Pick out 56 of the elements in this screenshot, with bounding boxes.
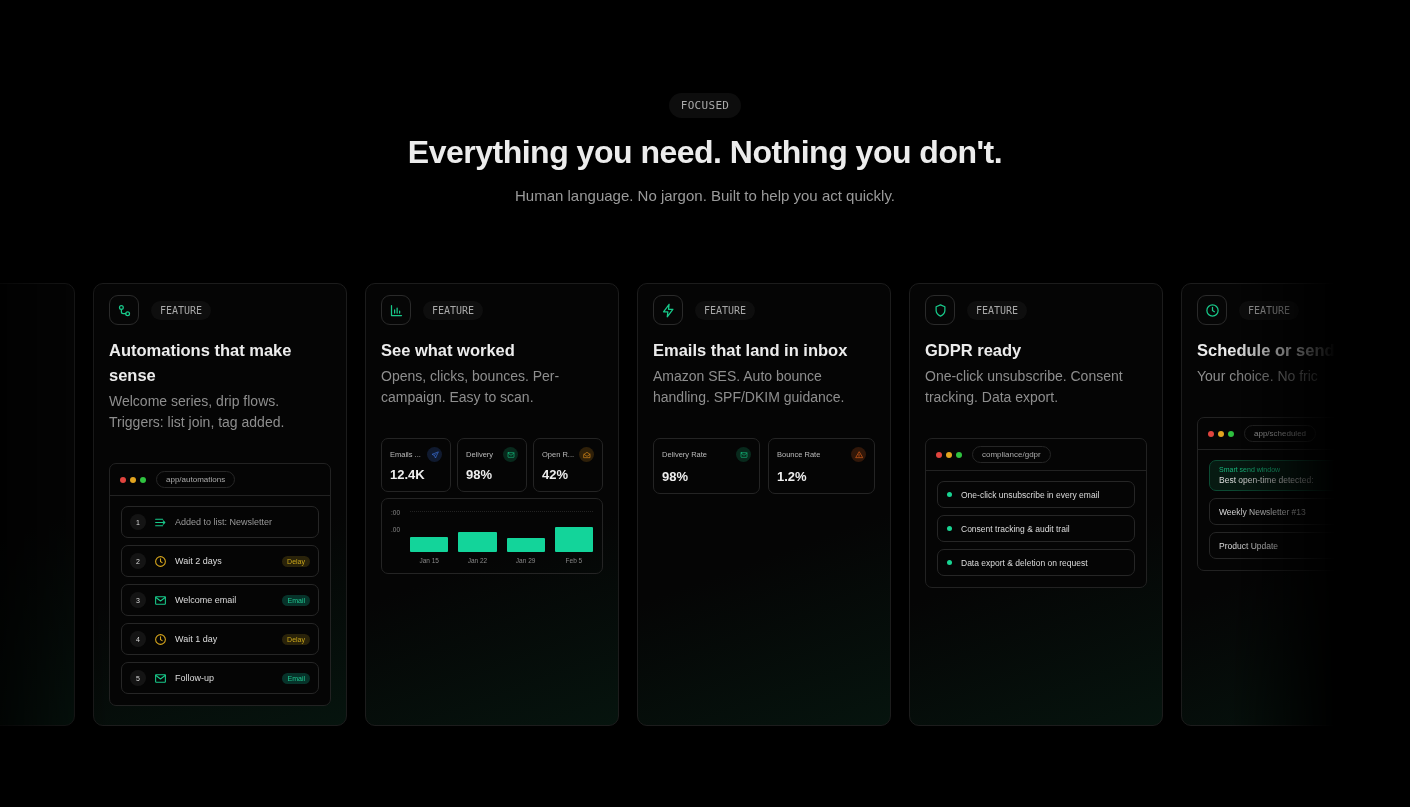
item-label: Consent tracking & audit trail [961,523,1070,534]
mail-icon [154,671,167,685]
card-title: GDPR ready [925,340,1023,361]
card-description: One-click unsubscribe. Consent tracking. Data export. [925,367,1124,407]
banner-text: Best open-time detected: [1219,475,1315,485]
campaign-name: Weekly Newsletter #13 [1219,506,1306,517]
section-title: Everything you need. Nothing you don't. [407,134,1003,171]
window-dot [1218,430,1224,437]
window-dot [956,451,962,458]
card-description: Welcome series, drip flows. Triggers: list join, tag added. [109,392,286,432]
step-label: Welcome email [175,595,238,605]
stat-value: 12.4K [390,467,426,482]
chart-bar [458,532,497,552]
stat-value: 98% [466,467,494,482]
bar-chart-icon [388,302,404,318]
section-eyebrow: FOCUSED [668,93,742,118]
window-dot [130,476,136,483]
bullet-dot [947,526,952,531]
stat-value: 98% [662,469,690,484]
stat-value: 1.2% [777,469,808,484]
card-title: Emails that land in inbox [653,340,849,361]
window-dot [140,476,146,483]
window-dot [120,476,126,483]
step-label: Added to list: Newsletter [175,517,274,527]
card-description: Opens, clicks, bounces. Per-campaign. Easy to scan. [381,367,561,407]
item-label: One-click unsubscribe in every email [961,489,1100,500]
feature-tag: FEATURE [695,300,756,320]
shield-icon [932,302,948,318]
card-title: See what worked [381,340,516,361]
window-dot [1228,430,1234,437]
chart-bar [410,537,449,552]
feature-tag: FEATURE [151,300,212,320]
clock-icon [1204,302,1220,318]
item-label: Data export & deletion on request [961,557,1088,568]
card-description: Amazon SES. Auto bounce handling. SPF/DKIM guidance. [653,367,846,407]
window-dot [936,451,942,458]
bullet-dot [947,560,952,565]
step-label: Wait 1 day [175,634,219,644]
mail-icon [154,593,167,607]
campaign-name: Product Update [1219,540,1279,551]
clock-icon [154,554,167,568]
lightning-icon [660,302,676,318]
bullet-dot [947,492,952,497]
stat-value: 42% [542,467,570,482]
chart-bar [506,538,545,552]
step-label: Wait 2 days [175,556,223,566]
step-label: Follow-up [175,673,215,683]
clock-icon [154,632,167,646]
section-subtitle: Human language. No jargon. Built to help you act quickly. [515,187,895,204]
feature-tag: FEATURE [967,300,1028,320]
window-dot [1208,430,1214,437]
feature-tag: FEATURE [423,300,484,320]
chart-bar [554,527,593,552]
card-title: Automations that make sense [109,340,293,386]
nodes-icon [116,302,132,318]
window-dot [946,451,952,458]
